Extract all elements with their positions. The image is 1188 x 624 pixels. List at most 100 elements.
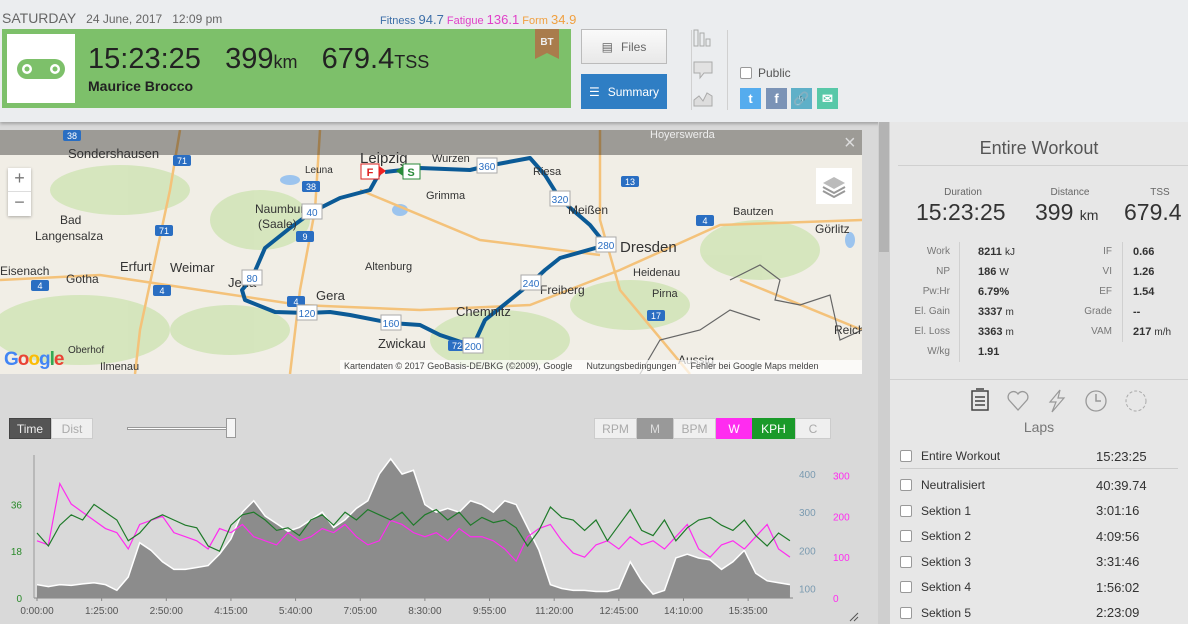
terms-link[interactable]: Nutzungsbedingungen: [586, 361, 676, 373]
bt-badge[interactable]: BT: [535, 29, 559, 59]
time-mode-button[interactable]: Time: [9, 418, 51, 439]
lap-checkbox[interactable]: [900, 450, 912, 462]
scrollbar-thumb[interactable]: [879, 122, 889, 252]
place-label: Sondershausen: [68, 146, 159, 161]
series-button-m[interactable]: M: [637, 418, 673, 439]
clock-icon[interactable]: [1085, 390, 1107, 412]
lap-checkbox[interactable]: [900, 555, 912, 568]
stat-value: 6.79%: [978, 286, 1009, 298]
stat-unit: m: [1005, 327, 1014, 338]
series-button-c[interactable]: C: [795, 418, 831, 439]
link-icon[interactable]: 🔗: [791, 88, 812, 109]
distance-value: 399: [1035, 199, 1074, 225]
lightning-icon[interactable]: [1048, 389, 1066, 413]
place-label: Görlitz: [815, 222, 850, 236]
stat-value: 1.91: [978, 346, 999, 358]
right-axis-tick: 300: [799, 508, 816, 519]
divider: [900, 468, 1178, 469]
stat-value: --: [1133, 306, 1140, 318]
km-marker: 280: [598, 241, 615, 252]
lap-row[interactable]: Entire Workout 15:23:25: [900, 445, 1170, 467]
slider-handle[interactable]: [226, 418, 236, 438]
resize-handle-icon[interactable]: [849, 612, 859, 622]
lap-checkbox[interactable]: [900, 504, 912, 517]
files-icon: ▤: [601, 39, 613, 54]
place-label: Gera: [316, 288, 346, 303]
place-label: Eisenach: [0, 264, 49, 278]
close-map-button[interactable]: ×: [844, 132, 856, 155]
lap-row[interactable]: Sektion 5 2:23:09: [900, 602, 1170, 624]
files-button[interactable]: ▤ Files: [581, 29, 667, 64]
zoom-in-button[interactable]: +: [8, 168, 31, 192]
comment-icon[interactable]: [692, 60, 714, 80]
stat-label: VAM: [1091, 326, 1112, 337]
power-axis-tick: 100: [833, 553, 850, 564]
attribution: Kartendaten © 2017 GeoBasis-DE/BKG (©200…: [344, 361, 573, 371]
series-button-kph[interactable]: KPH: [752, 418, 795, 439]
x-axis-tick: 15:35:00: [729, 606, 768, 617]
lap-checkbox[interactable]: [900, 530, 912, 542]
lap-row[interactable]: Neutralisiert 40:39.74: [900, 474, 1170, 496]
lap-time: 3:01:16: [1096, 503, 1140, 518]
facebook-icon[interactable]: f: [766, 88, 787, 109]
email-icon[interactable]: ✉: [817, 88, 838, 109]
distance: 399: [225, 43, 274, 75]
public-checkbox[interactable]: [740, 67, 752, 79]
km-marker: 320: [552, 195, 569, 206]
place-label: Bad: [60, 213, 81, 227]
stat-number: 3337: [978, 306, 1003, 318]
chart-zoom-slider[interactable]: [127, 427, 232, 430]
dist-mode-button[interactable]: Dist: [51, 418, 93, 439]
tss-label: TSS: [1150, 187, 1170, 198]
zoom-out-button[interactable]: −: [8, 192, 31, 216]
series-button-w[interactable]: W: [716, 418, 752, 439]
dashed-circle-icon[interactable]: [1125, 390, 1147, 412]
lap-row[interactable]: Sektion 3 3:31:46: [900, 551, 1170, 573]
series-button-bpm[interactable]: BPM: [673, 418, 716, 439]
series-button-rpm[interactable]: RPM: [594, 418, 637, 439]
public-toggle[interactable]: Public: [740, 66, 791, 80]
files-label: Files: [621, 39, 647, 54]
duration-label: Duration: [944, 187, 982, 198]
laps-icon[interactable]: [971, 388, 989, 411]
lap-name: Sektion 1: [921, 503, 972, 518]
right-axis-tick: 100: [799, 584, 816, 595]
road-shield: 38: [67, 131, 77, 141]
report-link[interactable]: Fehler bei Google Maps melden: [690, 361, 818, 373]
place-label: Freiberg: [540, 283, 585, 297]
workout-chart[interactable]: 0 18 36 100 200 300 400 0 100 200 300 0:00:00 1:25:0…: [0, 450, 870, 624]
lap-checkbox[interactable]: [900, 606, 912, 619]
time: 12:09 pm: [172, 12, 223, 26]
lap-checkbox[interactable]: [900, 479, 912, 491]
lap-row[interactable]: Sektion 1 3:01:16: [900, 500, 1170, 522]
bike-chain-icon: [7, 34, 75, 103]
line-chart-icon[interactable]: [692, 88, 714, 108]
lap-row[interactable]: Sektion 4 1:56:02: [900, 576, 1170, 598]
tss: 679.4: [321, 43, 395, 75]
km-marker: 120: [299, 309, 316, 320]
route-map[interactable]: Sondershausen Leuna Leipzig Wurzen Riesa Hoye…: [0, 130, 862, 374]
lap-checkbox[interactable]: [900, 581, 912, 593]
road-shield: 13: [625, 177, 635, 187]
lap-row[interactable]: Sektion 2 4:09:56: [900, 525, 1170, 547]
list-icon: ☰: [588, 84, 600, 99]
left-axis-tick: 18: [11, 547, 23, 558]
twitter-icon[interactable]: t: [740, 88, 761, 109]
start-flag[interactable]: S: [407, 167, 414, 179]
heart-icon[interactable]: [1007, 390, 1029, 411]
bar-chart-icon[interactable]: [692, 28, 714, 48]
summary-button[interactable]: ☰ Summary: [581, 74, 667, 109]
left-axis-tick: 0: [16, 594, 22, 605]
stat-label: Grade: [1084, 306, 1112, 317]
left-axis-tick: 36: [11, 500, 23, 511]
stat-number: 0.66: [1133, 246, 1155, 258]
road-shield: 4: [37, 281, 42, 291]
km-marker: 240: [523, 279, 540, 290]
axis-mode-toggle: Time Dist: [9, 418, 93, 439]
finish-flag[interactable]: F: [367, 167, 374, 179]
fatigue-label: Fatigue: [446, 15, 484, 27]
stat-number: 3363: [978, 326, 1003, 338]
stat-label: El. Loss: [914, 326, 950, 337]
series-area-m: [37, 458, 790, 598]
layers-button[interactable]: [816, 168, 852, 204]
